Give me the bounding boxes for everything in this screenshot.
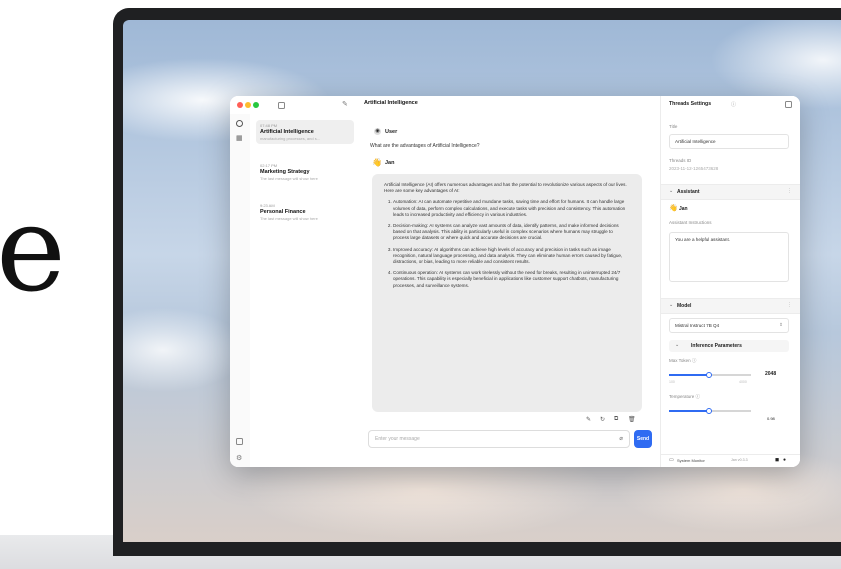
list-item: Automation: AI can automate repetitive a… [393,199,630,218]
model-value: Mistral Instruct 7B Q4 [675,323,720,328]
thread-name: Personal Finance [260,209,306,215]
threads-settings-panel: Threads Settings ⓘ Title Artificial Inte… [660,96,800,467]
bot-label: Jan [385,160,395,166]
attachment-icon[interactable]: ⌀ [619,435,623,442]
assistant-section-header[interactable]: ⌄ Assistant ⋮ [661,184,800,200]
waving-hand-icon: 👋 [372,158,382,167]
panel-icon[interactable] [236,438,243,445]
thread-preview: The last message will show here [260,176,318,181]
chat-bubble-icon[interactable] [236,120,243,127]
thread-time: 9:23 AM [260,203,275,208]
title-label: Title [669,124,678,129]
temperature-label: Temperature ⓘ [669,394,701,399]
app-window: ✎ Artificial Intelligence ▦ ⚙ 07:48 PM A… [230,96,800,467]
list-item: Decision-making: AI systems can analyze … [393,223,630,242]
left-rail: ▦ ⚙ [230,114,251,467]
slider-knob[interactable] [706,408,712,414]
laptop-frame: ✎ Artificial Intelligence ▦ ⚙ 07:48 PM A… [113,8,841,556]
assistant-name: Jan [679,206,688,212]
thread-preview: manufacturing processes, and s... [260,136,321,141]
assistant-intro: Artificial Intelligence (AI) offers nume… [384,182,627,194]
model-section-header[interactable]: ⌄ Model ⋮ [661,298,800,314]
title-field[interactable]: Artificial Intelligence [669,134,789,149]
delete-icon[interactable]: 🗑 [628,416,636,423]
github-icon[interactable]: ● [783,457,786,463]
chevron-down-icon: ⌄ [669,188,674,194]
thread-time: 02:17 PM [260,163,278,168]
desktop-wallpaper: ✎ Artificial Intelligence ▦ ⚙ 07:48 PM A… [123,20,841,542]
more-icon[interactable]: ⋮ [787,302,792,308]
slider-fill [669,410,709,412]
inference-section-header[interactable]: ⌄ Inference Parameters [669,340,789,352]
chat-title: Artificial Intelligence [364,100,418,106]
model-select[interactable]: Mistral Instruct 7B Q4 ⇕ [669,318,789,333]
edit-icon[interactable]: ✎ [586,416,591,423]
new-thread-icon[interactable]: ✎ [342,100,348,108]
advantages-list: Automation: AI can automate repetitive a… [384,199,630,288]
maximize-window-button[interactable] [253,102,259,108]
thread-preview: The last message will show here [260,216,318,221]
chevron-down-icon: ⌄ [669,302,674,308]
instructions-field[interactable]: You are a helpful assistant. [669,232,789,282]
thread-name: Artificial Intelligence [260,129,314,135]
user-message: What are the advantages of Artificial In… [370,143,480,149]
temperature-value[interactable]: 0.98 [767,416,775,421]
slider-fill [669,374,709,376]
thread-item-artificial-intelligence[interactable]: 07:48 PM Artificial Intelligence manufac… [256,120,354,144]
settings-header: Threads Settings [669,101,712,107]
max-token-min: 100 [669,380,675,384]
max-token-value[interactable]: 2048 [765,371,776,377]
discord-icon[interactable]: ◼ [775,457,779,463]
version-label: Jan v0.3.3 [731,458,748,462]
monitor-icon[interactable]: ▭ [669,457,674,463]
thread-id-value: 2023-11-12-1265473628 [669,166,719,171]
assistant-avatar-icon: 👋 [669,205,678,212]
settings-icon[interactable]: ⚙ [236,454,242,462]
chat-panel: ◉ User What are the advantages of Artifi… [360,114,660,467]
assistant-message: Artificial Intelligence (AI) offers nume… [372,174,642,412]
thread-time: 07:48 PM [260,123,278,128]
list-item: Continuous operation: AI systems can wor… [393,270,630,289]
user-avatar-icon: ◉ [374,128,381,135]
thread-id-label: Threads ID [669,158,692,163]
model-section-title: Model [677,303,692,309]
status-footer: ▭ System Monitor Jan v0.3.3 ◼ ● [661,454,800,467]
sidebar-toggle-icon[interactable] [278,102,285,109]
regenerate-icon[interactable]: ↻ [600,416,605,423]
threads-list: 07:48 PM Artificial Intelligence manufac… [250,114,361,467]
message-input[interactable]: Enter your message ⌀ [368,430,630,448]
max-token-max: 4000 [739,380,747,384]
thread-item-marketing-strategy[interactable]: 02:17 PM Marketing Strategy The last mes… [256,160,354,184]
send-button[interactable]: Send [634,430,652,448]
thread-name: Marketing Strategy [260,169,310,175]
info-icon[interactable]: ⓘ [731,101,736,108]
user-label: User [385,129,398,135]
hero-letter: e [0,180,66,318]
slider-knob[interactable] [706,372,712,378]
assistant-section-title: Assistant [677,189,700,195]
list-item: Improved accuracy: AI algorithms can ach… [393,247,630,266]
close-window-button[interactable] [237,102,243,108]
system-monitor-button[interactable]: System Monitor [677,458,705,463]
minimize-window-button[interactable] [245,102,251,108]
copy-icon[interactable]: ⧉ [614,416,618,423]
more-icon[interactable]: ⋮ [787,188,792,194]
instructions-label: Assistant Instructions [669,220,712,225]
select-arrows-icon: ⇕ [779,322,783,327]
grid-icon[interactable]: ▦ [236,134,243,142]
thread-item-personal-finance[interactable]: 9:23 AM Personal Finance The last messag… [256,200,354,224]
inference-section-title: Inference Parameters [691,343,742,349]
chevron-down-icon: ⌄ [675,342,680,348]
right-panel-toggle-icon[interactable] [785,101,792,108]
max-token-label: Max Token ⓘ [669,358,697,363]
message-input-placeholder: Enter your message [375,436,420,442]
